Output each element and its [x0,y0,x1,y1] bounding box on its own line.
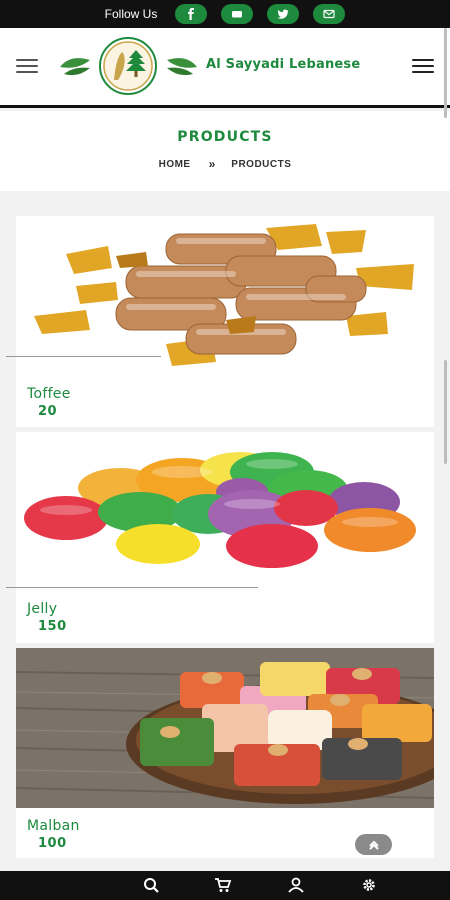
card-divider [6,356,161,357]
email-icon [323,9,335,19]
user-icon [288,877,304,893]
product-card[interactable]: Toffee 20 [6,216,434,427]
product-card[interactable]: Malban 100 [16,648,434,858]
youtube-icon [232,11,243,18]
chevron-up-icon [368,840,379,850]
brand-name[interactable]: Al Sayyadi Lebanese [206,57,360,72]
product-image[interactable] [16,216,434,374]
product-name[interactable]: Toffee [27,386,71,402]
product-name[interactable]: Malban [27,818,80,834]
follow-us-label: Follow Us [104,7,158,21]
cart-button[interactable] [214,877,232,893]
scrollbar-thumb-secondary[interactable] [444,360,447,464]
product-image[interactable] [16,432,434,577]
settings-button[interactable] [360,877,378,893]
search-icon [144,878,159,893]
breadcrumb: HOME » PRODUCTS [0,157,450,171]
product-price: 100 [38,836,67,851]
card-divider [6,587,258,588]
product-image[interactable] [16,648,434,808]
product-price: 150 [38,619,67,634]
account-button[interactable] [287,877,305,893]
breadcrumb-separator-icon: » [208,157,216,171]
brand-logo[interactable] [56,36,201,98]
facebook-button[interactable] [175,4,208,24]
site-header: Al Sayyadi Lebanese [0,28,450,108]
page-header: PRODUCTS HOME » PRODUCTS [0,111,450,191]
search-button[interactable] [143,877,161,893]
hamburger-menu-icon[interactable] [412,59,434,73]
product-name[interactable]: Jelly [27,601,57,617]
hamburger-menu-icon[interactable] [16,59,38,73]
breadcrumb-current: PRODUCTS [231,158,292,170]
back-to-top-button[interactable] [355,834,392,855]
cart-icon [215,878,232,892]
email-button[interactable] [313,4,346,24]
youtube-button[interactable] [221,4,254,24]
twitter-button[interactable] [267,4,300,24]
bottom-nav [0,871,450,900]
product-price: 20 [38,404,58,419]
follow-bar: Follow Us [0,0,450,28]
breadcrumb-home-link[interactable]: HOME [159,159,191,170]
facebook-icon [188,8,195,20]
settings-icon [363,879,375,891]
twitter-icon [277,9,289,19]
product-card[interactable]: Jelly 150 [6,432,434,643]
page-title: PRODUCTS [177,129,273,145]
scrollbar-thumb[interactable] [444,28,447,118]
